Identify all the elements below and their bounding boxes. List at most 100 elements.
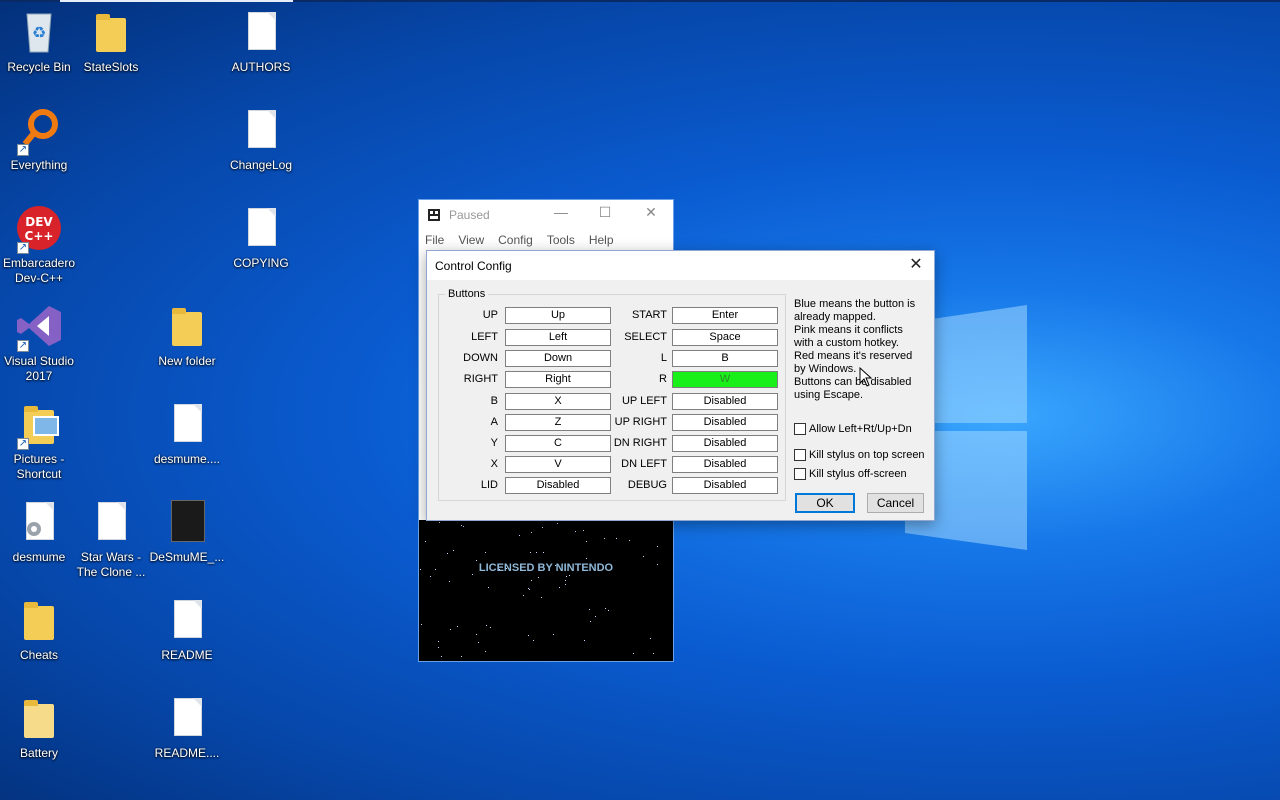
document-icon xyxy=(237,204,285,252)
star-dot xyxy=(439,522,440,523)
dialog-titlebar[interactable]: Control Config xyxy=(427,251,934,280)
star-dot xyxy=(608,610,609,611)
desktop-icon-battery[interactable]: Battery xyxy=(0,694,78,761)
star-dot xyxy=(531,580,532,581)
desktop-icon-star-wars[interactable]: Star Wars - The Clone ... xyxy=(72,498,150,580)
desktop-icon-recycle-bin[interactable]: ♻ Recycle Bin xyxy=(0,8,78,75)
maximize-icon[interactable]: ☐ xyxy=(593,204,617,221)
star-dot xyxy=(438,647,439,648)
ok-button[interactable]: OK xyxy=(795,493,855,513)
binding-label-up-left: UP LEFT xyxy=(621,395,667,407)
binding-field-debug[interactable]: Disabled xyxy=(672,477,778,494)
desktop-icon-label: New folder xyxy=(158,354,216,368)
checkbox-box[interactable] xyxy=(794,423,806,435)
desktop-icon-label: ChangeLog xyxy=(229,158,293,172)
desktop-icon-visual-studio[interactable]: ↗ Visual Studio 2017 xyxy=(0,302,78,384)
shortcut-arrow-icon: ↗ xyxy=(17,242,29,254)
star-dot xyxy=(476,634,477,635)
menu-help[interactable]: Help xyxy=(589,233,614,247)
help-line: Blue means the button is xyxy=(794,298,916,310)
desktop-icon-copying[interactable]: COPYING xyxy=(222,204,300,271)
desktop-icon-stateslots[interactable]: StateSlots xyxy=(72,8,150,75)
help-line: Red means it's reserved xyxy=(794,350,913,362)
star-dot xyxy=(530,552,531,553)
desktop-icon-authors[interactable]: AUTHORS xyxy=(222,8,300,75)
star-dot xyxy=(559,587,560,588)
star-dot xyxy=(441,656,442,657)
star-dot xyxy=(541,597,542,598)
dialog-title: Control Config xyxy=(435,258,512,273)
desktop-icon-label: Everything xyxy=(10,158,68,172)
star-dot xyxy=(583,530,584,531)
desktop-icon-devcpp[interactable]: DEV C++ ↗ Embarcadero Dev-C++ xyxy=(0,204,78,286)
desktop-icon-cheats[interactable]: Cheats xyxy=(0,596,78,663)
binding-field-dn-left[interactable]: Disabled xyxy=(672,456,778,473)
cancel-button[interactable]: Cancel xyxy=(867,493,924,513)
close-icon[interactable]: ✕ xyxy=(639,204,663,221)
star-dot xyxy=(557,523,558,524)
menu-file[interactable]: File xyxy=(425,233,444,247)
star-dot xyxy=(569,575,570,576)
checkbox-box[interactable] xyxy=(794,449,806,461)
binding-field-l[interactable]: B xyxy=(672,350,778,367)
binding-field-up-right[interactable]: Disabled xyxy=(672,414,778,431)
binding-field-r[interactable]: W xyxy=(672,371,778,388)
menu-tools[interactable]: Tools xyxy=(547,233,575,247)
devcpp-icon: DEV C++ ↗ xyxy=(15,204,63,254)
desktop-icon-label: README xyxy=(161,648,213,662)
desktop-icon-new-folder[interactable]: New folder xyxy=(148,302,226,369)
minimize-icon[interactable]: — xyxy=(549,204,573,220)
help-line: already mapped. xyxy=(794,311,876,323)
binding-row-dn-left: DN LEFT Disabled xyxy=(427,456,787,473)
star-dot xyxy=(590,621,591,622)
binding-label-debug: DEBUG xyxy=(627,479,667,491)
menu-config[interactable]: Config xyxy=(498,233,533,247)
desktop-icon-desmume-file[interactable]: desmume.... xyxy=(148,400,226,467)
magnifier-icon: ↗ xyxy=(15,106,63,156)
checkbox-box[interactable] xyxy=(794,468,806,480)
binding-field-select[interactable]: Space xyxy=(672,329,778,346)
desktop-icon-label: COPYING xyxy=(233,256,289,270)
binding-label-dn-left: DN LEFT xyxy=(621,458,667,470)
star-dot xyxy=(605,608,606,609)
star-dot xyxy=(488,587,489,588)
desktop-icon-label: Cheats xyxy=(19,648,59,662)
desktop-icon-changelog[interactable]: ChangeLog xyxy=(222,106,300,173)
desktop-icon-desmume-exe[interactable]: DeSmuME_... xyxy=(148,498,226,565)
binding-field-dn-right[interactable]: Disabled xyxy=(672,435,778,452)
top-edge-highlight xyxy=(60,0,293,2)
star-dot xyxy=(435,569,436,570)
star-dot xyxy=(438,641,439,642)
star-dot xyxy=(565,580,566,581)
binding-field-up-left[interactable]: Disabled xyxy=(672,393,778,410)
star-dot xyxy=(430,576,431,577)
desktop-icon-desmume-config[interactable]: desmume xyxy=(0,498,78,565)
desktop-icon-everything[interactable]: ↗ Everything xyxy=(0,106,78,173)
binding-field-start[interactable]: Enter xyxy=(672,307,778,324)
shortcut-arrow-icon: ↗ xyxy=(17,340,29,352)
star-dot xyxy=(463,526,464,527)
emulator-menubar: File View Config Tools Help xyxy=(419,229,673,251)
star-dot xyxy=(425,541,426,542)
desktop-icon-pictures-shortcut[interactable]: ↗ Pictures - Shortcut xyxy=(0,400,78,482)
document-icon xyxy=(237,106,285,154)
kill-stylus-offscreen-checkbox[interactable]: Kill stylus off-screen xyxy=(794,468,907,480)
star-dot xyxy=(604,538,605,539)
desktop-icon-readme-2[interactable]: README.... xyxy=(148,694,226,761)
emulator-titlebar[interactable]: Paused xyxy=(419,200,673,229)
star-dot xyxy=(476,560,477,561)
desktop-icon-label: desmume.... xyxy=(153,452,221,466)
svg-text:DEV: DEV xyxy=(25,215,53,229)
desktop-icon-label: Pictures - Shortcut xyxy=(13,452,65,481)
star-dot xyxy=(536,552,537,553)
star-dot xyxy=(421,624,422,625)
desktop-icon-readme[interactable]: README xyxy=(148,596,226,663)
mouse-cursor-icon xyxy=(859,367,873,387)
dialog-close-icon[interactable]: ✕ xyxy=(906,254,926,274)
allow-opposite-dirs-checkbox[interactable]: Allow Left+Rt/Up+Dn xyxy=(794,423,912,435)
menu-view[interactable]: View xyxy=(458,233,484,247)
kill-stylus-top-checkbox[interactable]: Kill stylus on top screen xyxy=(794,449,925,461)
binding-label-l: L xyxy=(660,352,667,364)
desmume-app-icon xyxy=(428,208,440,221)
emulator-screen[interactable]: LICENSED BY NINTENDO xyxy=(419,520,673,661)
